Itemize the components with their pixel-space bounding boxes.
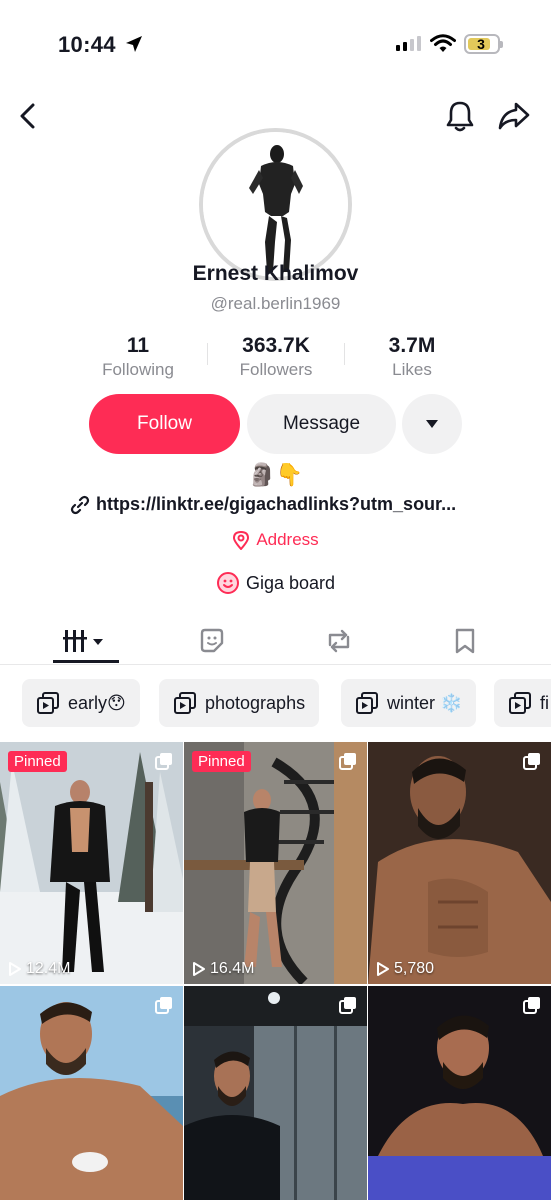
follow-button[interactable]: Follow [89,394,240,454]
stat-value: 363.7K [242,334,310,357]
video-thumbnail[interactable]: Pinned 16.4M [184,742,367,984]
back-button[interactable] [16,101,40,136]
multi-photo-icon [339,752,357,775]
profile-avatar[interactable] [199,128,352,281]
view-count-text: 12.4M [26,960,71,977]
cellular-signal-icon [396,36,421,51]
pinned-badge: Pinned [8,751,67,772]
chevron-left-icon [20,103,35,129]
video-thumbnail[interactable] [184,986,367,1200]
video-thumbnail[interactable] [0,986,183,1200]
thumbnail-image [184,742,367,984]
share-arrow-icon [498,102,530,130]
profile-name: Ernest Khalimov [192,262,359,285]
address-label: Address [256,530,319,549]
video-thumbnail[interactable]: 5,780 [368,742,551,984]
play-icon [9,962,21,976]
active-tab-indicator [53,660,119,663]
stat-followers[interactable]: 363.7K Followers [211,334,341,380]
view-count: 16.4M [192,960,254,978]
bell-icon [446,101,474,132]
stat-divider [207,343,208,365]
bookmark-icon [455,628,475,654]
view-count-text: 16.4M [210,960,255,977]
pinned-badge: Pinned [192,751,251,772]
playlist-chip[interactable]: winter ❄️ [341,679,477,727]
bio-link-text: https://linktr.ee/gigachadlinks?utm_sour… [96,494,457,514]
repost-icon [328,629,350,653]
battery-icon: 3 [464,34,503,54]
stat-label: Followers [239,360,313,379]
playlist-chip[interactable]: photographs [159,679,320,727]
avatar-image [203,132,348,277]
status-bar: 10:44 3 [0,0,551,90]
stat-label: Likes [392,360,432,379]
stat-likes[interactable]: 3.7M Likes [347,334,477,380]
playlist-chip[interactable]: fi [494,679,551,727]
multi-photo-icon [523,752,541,775]
profile-handle: @real.berlin1969 [210,294,341,313]
suggested-accounts-button[interactable] [402,394,462,454]
favorites-icon [200,628,224,653]
address-link[interactable]: Address [0,530,551,550]
playlist-label: photographs [205,692,306,713]
multi-photo-icon [339,996,357,1019]
tab-saved[interactable] [432,621,498,661]
location-arrow-icon [124,34,144,59]
status-time: 10:44 [58,32,116,57]
wifi-icon [430,34,456,59]
battery-level: 3 [477,36,485,52]
message-button[interactable]: Message [247,394,396,454]
view-count: 12.4M [8,960,70,978]
playlist-row: early😯 photographs winter ❄️ fi [22,679,551,727]
profile-tabs [0,617,551,665]
video-thumbnail[interactable] [368,986,551,1200]
stat-value: 3.7M [388,334,436,357]
playlist-icon [509,692,531,714]
play-icon [377,962,389,976]
tab-videos[interactable] [53,621,119,661]
video-thumbnail[interactable]: Pinned 12.4M [0,742,183,984]
thumbnail-image [368,742,551,984]
playlist-label: fi [540,692,549,713]
playlist-label: winter ❄️ [387,692,463,713]
thumbnail-image [0,742,183,984]
sticker-smile-icon [216,572,239,594]
stat-following[interactable]: 11 Following [73,334,203,380]
playlist-label: early😯 [68,692,126,713]
bio-link[interactable]: https://linktr.ee/gigachadlinks?utm_sour… [70,494,490,515]
notifications-button[interactable] [444,99,476,138]
profile-stats: 11 Following 363.7K Followers 3.7M Likes [0,334,551,384]
playlist-icon [356,692,378,714]
multi-photo-icon [155,752,173,775]
tab-reposts[interactable] [306,621,372,661]
play-icon [193,962,205,976]
playlist-icon [37,692,59,714]
stat-label: Following [102,360,174,379]
multi-photo-icon [155,996,173,1019]
multi-photo-icon [523,996,541,1019]
view-count-text: 5,780 [394,960,435,977]
videos-grid-icon [63,630,103,652]
view-count: 5,780 [376,960,434,978]
stat-divider [344,343,345,365]
playlist-icon [174,692,196,714]
giga-board-label: Giga board [245,572,336,593]
caret-down-icon [426,420,438,428]
video-grid: Pinned 12.4M Pinned 16.4M 5,780 [0,742,551,1200]
tab-favorites[interactable] [179,621,245,661]
playlist-chip[interactable]: early😯 [22,679,140,727]
link-icon [70,495,90,514]
location-pin-icon [233,530,250,550]
share-button[interactable] [497,100,531,137]
giga-board-link[interactable]: Giga board [0,571,551,595]
bio-emojis: 🗿👇 [248,463,303,488]
stat-value: 11 [126,334,150,357]
